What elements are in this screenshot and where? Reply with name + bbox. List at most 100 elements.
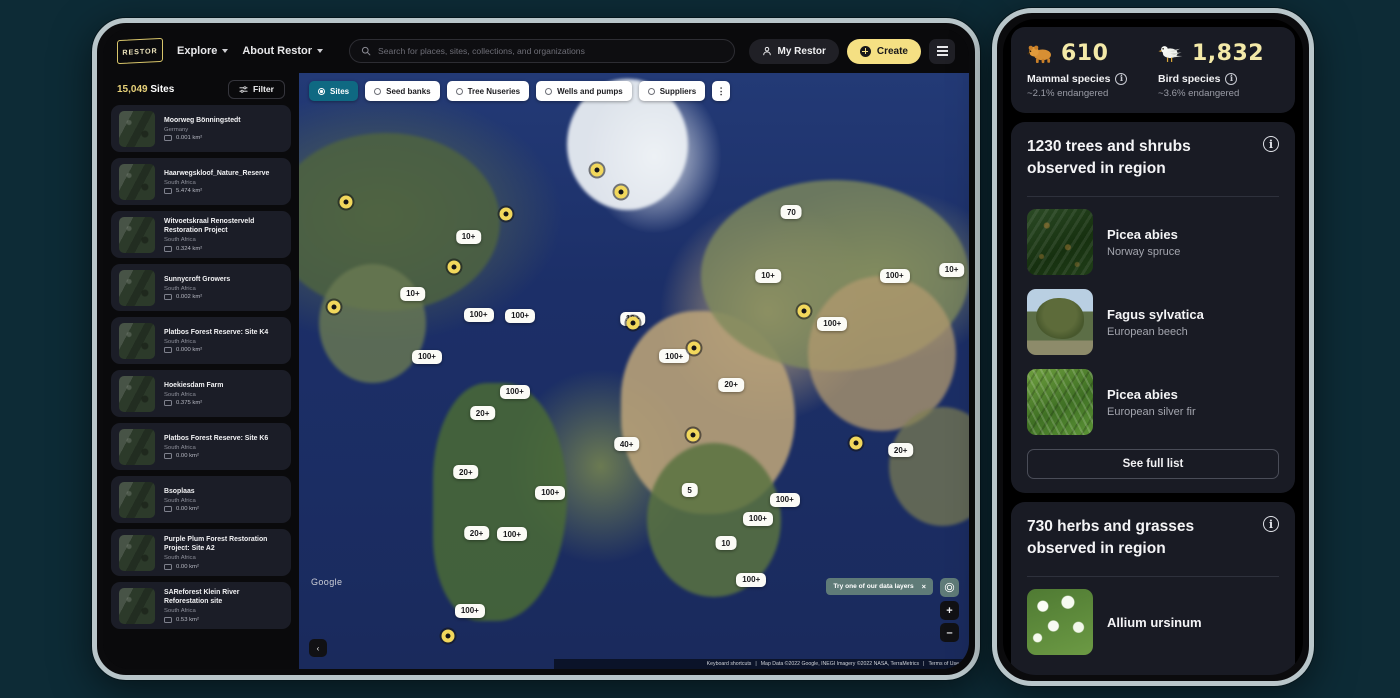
info-icon[interactable]: i xyxy=(1263,136,1279,152)
tree-species-list[interactable]: Picea abies Norway spruce Fagus sylvatica E… xyxy=(1027,209,1279,435)
site-card[interactable]: Haarwegskloof_Nature_Reserve South Africa… xyxy=(111,158,291,205)
map-site-pin[interactable] xyxy=(441,629,455,643)
species-row[interactable]: Allium ursinum xyxy=(1027,589,1279,655)
map-site-pin[interactable] xyxy=(499,207,513,221)
create-button[interactable]: Create xyxy=(846,38,921,64)
map-chip-seed-banks[interactable]: Seed banks xyxy=(365,81,440,101)
map-cluster-marker[interactable]: 20+ xyxy=(718,377,744,392)
terms-of-use-link[interactable]: Terms of Use xyxy=(928,661,959,667)
site-card[interactable]: Platbos Forest Reserve: Site K4 South Afr… xyxy=(111,317,291,364)
species-row[interactable]: Picea abies European silver fir xyxy=(1027,369,1279,435)
map-cluster-marker[interactable]: 100+ xyxy=(736,572,767,587)
map-site-pin[interactable] xyxy=(614,185,628,199)
map-site-pin[interactable] xyxy=(797,304,811,318)
info-icon[interactable]: i xyxy=(1225,73,1238,85)
map-cluster-marker[interactable]: 40+ xyxy=(613,437,640,452)
map-site-pin[interactable] xyxy=(626,316,640,330)
map-site-pin[interactable] xyxy=(686,428,700,442)
species-thumbnail xyxy=(1027,589,1093,655)
species-thumbnail xyxy=(1027,369,1093,435)
info-icon[interactable]: i xyxy=(1263,516,1279,532)
map-cluster-marker[interactable]: 10+ xyxy=(455,229,482,244)
map-cluster-marker[interactable]: 10 xyxy=(715,536,737,551)
map-filter-chips[interactable]: Sites Seed banks Tree Nuseries Wells and pu… xyxy=(309,81,731,101)
pin-center-dot xyxy=(853,440,859,446)
area-icon xyxy=(164,400,172,407)
zoom-in-button[interactable]: + xyxy=(940,601,959,620)
site-meta: Moorweg Bönningstedt Germany 0.001 km² xyxy=(164,116,283,142)
map-cluster-marker[interactable]: 100+ xyxy=(499,384,530,399)
data-layers-toast[interactable]: Try one of our data layers × xyxy=(826,578,933,595)
site-card[interactable]: Moorweg Bönningstedt Germany 0.001 km² xyxy=(111,105,291,152)
herb-species-list[interactable]: Allium ursinum xyxy=(1027,589,1279,655)
map-chip-label: Tree Nuseries xyxy=(467,86,521,96)
species-latin-name: Picea abies xyxy=(1107,226,1178,242)
filter-button[interactable]: Filter xyxy=(227,79,285,99)
nav-item-explore[interactable]: Explore xyxy=(177,45,229,57)
map-cluster-marker[interactable]: 10+ xyxy=(938,262,965,277)
map-cluster-marker[interactable]: 5 xyxy=(681,483,698,498)
map-chip-wells-and-pumps[interactable]: Wells and pumps xyxy=(536,81,632,101)
map-cluster-marker[interactable]: 100+ xyxy=(411,349,442,364)
map-cluster-marker[interactable]: 100+ xyxy=(817,316,848,331)
see-full-list-button[interactable]: See full list xyxy=(1027,449,1279,479)
map-cluster-marker[interactable]: 100+ xyxy=(742,511,773,526)
map-site-pin[interactable] xyxy=(849,436,863,450)
map-cluster-marker[interactable]: 20+ xyxy=(463,526,490,541)
site-thumbnail xyxy=(119,534,155,571)
nav-actions: My Restor Create xyxy=(748,38,955,64)
map-site-pin[interactable] xyxy=(687,341,701,355)
map-cluster-marker[interactable]: 100+ xyxy=(879,268,910,283)
my-restor-button[interactable]: My Restor xyxy=(748,38,839,64)
hamburger-menu-button[interactable] xyxy=(929,38,955,64)
map-cluster-marker[interactable]: 70 xyxy=(780,205,802,220)
restor-logo[interactable]: RESTOR xyxy=(117,37,163,65)
site-card[interactable]: Hoekiesdam Farm South Africa 0.375 km² xyxy=(111,370,291,417)
map-chip-sites[interactable]: Sites xyxy=(309,81,359,101)
map-site-pin[interactable] xyxy=(339,195,353,209)
map-cluster-marker[interactable]: 20+ xyxy=(469,406,496,421)
map-chip-suppliers[interactable]: Suppliers xyxy=(638,81,706,101)
map-chips-overflow-button[interactable]: ⋮ xyxy=(712,81,731,101)
map-chip-tree-nuseries[interactable]: Tree Nuseries xyxy=(446,81,530,101)
info-icon[interactable]: i xyxy=(1115,73,1128,85)
map-site-pin[interactable] xyxy=(447,260,461,274)
pin-center-dot xyxy=(331,304,337,310)
map-cluster-marker[interactable]: 100+ xyxy=(497,527,528,542)
close-icon[interactable]: × xyxy=(922,582,926,591)
search-input[interactable]: Search for places, sites, collections, a… xyxy=(349,39,735,63)
map-cluster-marker[interactable]: 100+ xyxy=(535,485,566,500)
map-cluster-marker[interactable]: 100+ xyxy=(659,349,690,364)
site-card[interactable]: Purple Plum Forest Restoration Project: … xyxy=(111,529,291,576)
site-card[interactable]: Sunnycroft Growers South Africa 0.002 km² xyxy=(111,264,291,311)
site-card[interactable]: Platbos Forest Reserve: Site K6 South Afr… xyxy=(111,423,291,470)
zoom-out-button[interactable]: – xyxy=(940,623,959,642)
map-cluster-marker[interactable]: 20+ xyxy=(887,443,914,458)
layers-icon[interactable] xyxy=(940,578,959,597)
chip-marker-icon xyxy=(318,87,325,95)
map-cluster-marker[interactable]: 100+ xyxy=(463,307,494,322)
map-site-pin[interactable] xyxy=(590,163,604,177)
keyboard-shortcuts-link[interactable]: Keyboard shortcuts xyxy=(707,661,752,667)
nav-item-about-restor[interactable]: About Restor xyxy=(242,45,324,57)
phone-screen: 610 Mammal species i ~2.1% endangered 1,… xyxy=(1003,19,1303,675)
world-map[interactable]: Sites Seed banks Tree Nuseries Wells and pu… xyxy=(299,73,969,669)
map-cluster-marker[interactable]: 10+ xyxy=(400,286,426,301)
species-row[interactable]: Fagus sylvatica European beech xyxy=(1027,289,1279,355)
map-cluster-marker[interactable]: 10+ xyxy=(755,268,781,283)
site-card[interactable]: SAReforest Klein River Reforestation sit… xyxy=(111,582,291,629)
map-cluster-marker[interactable]: 100+ xyxy=(505,308,536,323)
sites-list[interactable]: Moorweg Bönningstedt Germany 0.001 km² Haar… xyxy=(103,105,299,669)
map-site-pin[interactable] xyxy=(327,300,341,314)
map-cluster-marker[interactable]: 100+ xyxy=(454,603,485,618)
site-thumbnail xyxy=(119,481,155,518)
site-name: Hoekiesdam Farm xyxy=(164,381,224,389)
map-back-button[interactable]: ‹ xyxy=(309,639,327,657)
create-label: Create xyxy=(876,45,908,57)
mammal-species-label-row: Mammal species i xyxy=(1027,73,1148,85)
map-cluster-marker[interactable]: 100+ xyxy=(769,492,800,507)
site-card[interactable]: Bsoplaas South Africa 0.00 km² xyxy=(111,476,291,523)
site-card[interactable]: Witvoetskraal Renosterveld Restoration P… xyxy=(111,211,291,258)
map-cluster-marker[interactable]: 20+ xyxy=(453,465,479,480)
species-row[interactable]: Picea abies Norway spruce xyxy=(1027,209,1279,275)
